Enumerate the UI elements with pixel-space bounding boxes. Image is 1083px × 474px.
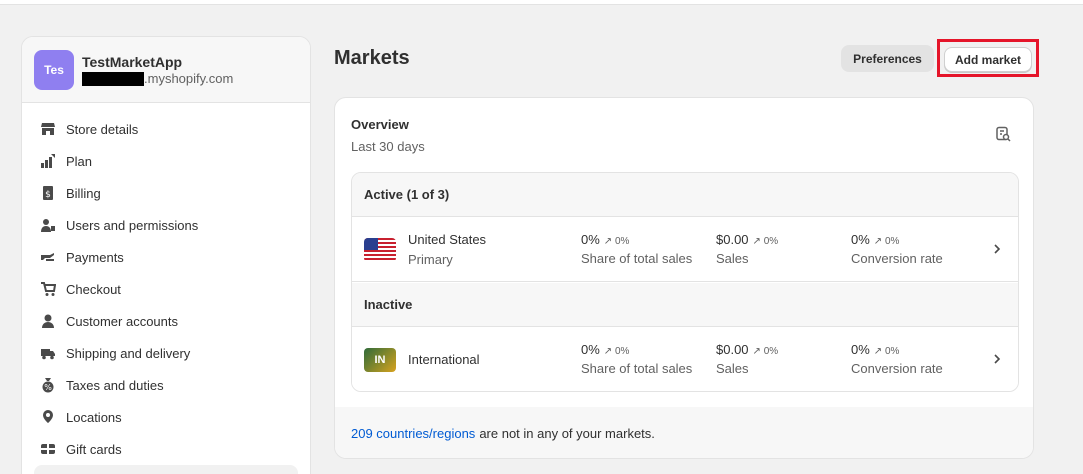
sidebar-item-payments[interactable]: Payments (22, 241, 310, 273)
international-flag-icon: IN (364, 348, 396, 372)
market-status: Primary (408, 252, 453, 267)
top-bar (0, 0, 1083, 5)
svg-text:$: $ (45, 190, 51, 200)
sidebar-item-locations[interactable]: Locations (22, 401, 310, 433)
metric-label: Share of total sales (581, 361, 693, 376)
market-row-international[interactable]: IN International 0% ↗ 0% Share of total s… (352, 328, 1018, 391)
report-icon[interactable] (995, 126, 1011, 142)
metric-label: Conversion rate (851, 251, 943, 266)
metric-conversion: 0% ↗ 0% Conversion rate (851, 342, 943, 376)
sidebar-item-selected-partial[interactable] (34, 465, 298, 474)
metric-trend: ↗ 0% (752, 236, 779, 247)
active-section-header: Active (1 of 3) (352, 173, 1018, 217)
sidebar-item-gift-cards[interactable]: Gift cards (22, 433, 310, 465)
flag-initials: IN (374, 354, 386, 366)
market-name: United States (408, 232, 487, 247)
redacted-store-handle (82, 71, 144, 86)
sidebar-item-plan[interactable]: Plan (22, 145, 310, 177)
truck-icon (40, 345, 56, 361)
settings-nav: Store details Plan $ Billing Users and p… (22, 103, 310, 465)
sidebar-item-label: Checkout (66, 281, 121, 297)
sidebar-item-store-details[interactable]: Store details (22, 113, 310, 145)
sidebar-item-label: Shipping and delivery (66, 345, 191, 361)
sidebar-item-users[interactable]: Users and permissions (22, 209, 310, 241)
cart-icon (40, 281, 56, 297)
unassigned-regions-footer: 209 countries/regions are not in any of … (335, 407, 1033, 458)
sidebar-item-customer-accounts[interactable]: Customer accounts (22, 305, 310, 337)
countries-regions-link[interactable]: 209 countries/regions (351, 426, 475, 441)
metric-trend: ↗ 0% (603, 236, 630, 247)
billing-icon: $ (40, 185, 56, 201)
tax-icon: % (40, 377, 56, 393)
metric-trend: ↗ 0% (873, 236, 900, 247)
chevron-right-icon[interactable] (990, 242, 1004, 256)
store-domain: .myshopify.com (144, 70, 234, 86)
store-icon (40, 121, 56, 137)
metric-value: $0.00 (716, 232, 749, 247)
svg-text:%: % (44, 383, 52, 392)
metric-sales: $0.00 ↗ 0% Sales (716, 232, 778, 266)
plan-icon (40, 153, 56, 169)
sidebar-item-label: Billing (66, 185, 101, 201)
overview-subtitle: Last 30 days (351, 139, 425, 154)
sidebar-item-billing[interactable]: $ Billing (22, 177, 310, 209)
inactive-section-label: Inactive (364, 297, 413, 312)
metric-value: 0% (581, 342, 600, 357)
metric-label: Share of total sales (581, 251, 693, 266)
metric-value: 0% (851, 342, 870, 357)
sidebar-item-taxes[interactable]: % Taxes and duties (22, 369, 310, 401)
sidebar-item-label: Store details (66, 121, 139, 137)
metric-trend: ↗ 0% (873, 346, 900, 357)
metric-label: Sales (716, 251, 749, 266)
metric-value: 0% (851, 232, 870, 247)
store-avatar: Tes (34, 49, 74, 90)
sidebar-item-label: Plan (66, 153, 93, 169)
add-market-button[interactable]: Add market (944, 47, 1032, 72)
store-header[interactable]: Tes TestMarketApp .myshopify.com (22, 37, 310, 103)
sidebar-item-label: Payments (66, 249, 124, 265)
metric-sales: $0.00 ↗ 0% Sales (716, 342, 778, 376)
unassigned-regions-text: are not in any of your markets. (479, 426, 655, 441)
sidebar-item-label: Taxes and duties (66, 377, 164, 393)
location-icon (40, 409, 56, 425)
markets-list: Active (1 of 3) United States Primary 0%… (351, 172, 1019, 392)
sidebar-item-label: Customer accounts (66, 313, 178, 329)
sidebar-item-label: Locations (66, 409, 122, 425)
metric-label: Sales (716, 361, 749, 376)
settings-sidebar: Tes TestMarketApp .myshopify.com Store d… (21, 36, 311, 474)
us-flag-icon (364, 238, 396, 262)
sidebar-item-shipping[interactable]: Shipping and delivery (22, 337, 310, 369)
preferences-button[interactable]: Preferences (841, 45, 934, 72)
metric-trend: ↗ 0% (752, 346, 779, 357)
metric-trend: ↗ 0% (603, 346, 630, 357)
metric-share: 0% ↗ 0% Share of total sales (581, 342, 692, 376)
overview-title: Overview (351, 117, 409, 132)
sidebar-item-label: Users and permissions (66, 217, 199, 233)
markets-card: Overview Last 30 days Active (1 of 3) Un… (334, 97, 1034, 459)
metric-value: $0.00 (716, 342, 749, 357)
page-title: Markets (334, 47, 410, 69)
metric-conversion: 0% ↗ 0% Conversion rate (851, 232, 943, 266)
gift-icon (40, 441, 56, 457)
metric-share: 0% ↗ 0% Share of total sales (581, 232, 692, 266)
metric-value: 0% (581, 232, 600, 247)
person-icon (40, 313, 56, 329)
chevron-right-icon[interactable] (990, 352, 1004, 366)
sidebar-item-label: Gift cards (66, 441, 122, 457)
payments-icon (40, 249, 56, 265)
market-row-united-states[interactable]: United States Primary 0% ↗ 0% Share of to… (352, 218, 1018, 282)
sidebar-item-checkout[interactable]: Checkout (22, 273, 310, 305)
store-domain-row: .myshopify.com (82, 71, 233, 87)
market-name: International (408, 352, 480, 367)
inactive-section-header: Inactive (352, 283, 1018, 327)
active-section-label: Active (1 of 3) (364, 187, 450, 202)
store-name: TestMarketApp (82, 53, 183, 70)
metric-label: Conversion rate (851, 361, 943, 376)
users-icon (40, 217, 56, 233)
add-market-highlight: Add market (937, 39, 1039, 77)
store-info: TestMarketApp .myshopify.com (82, 53, 233, 87)
